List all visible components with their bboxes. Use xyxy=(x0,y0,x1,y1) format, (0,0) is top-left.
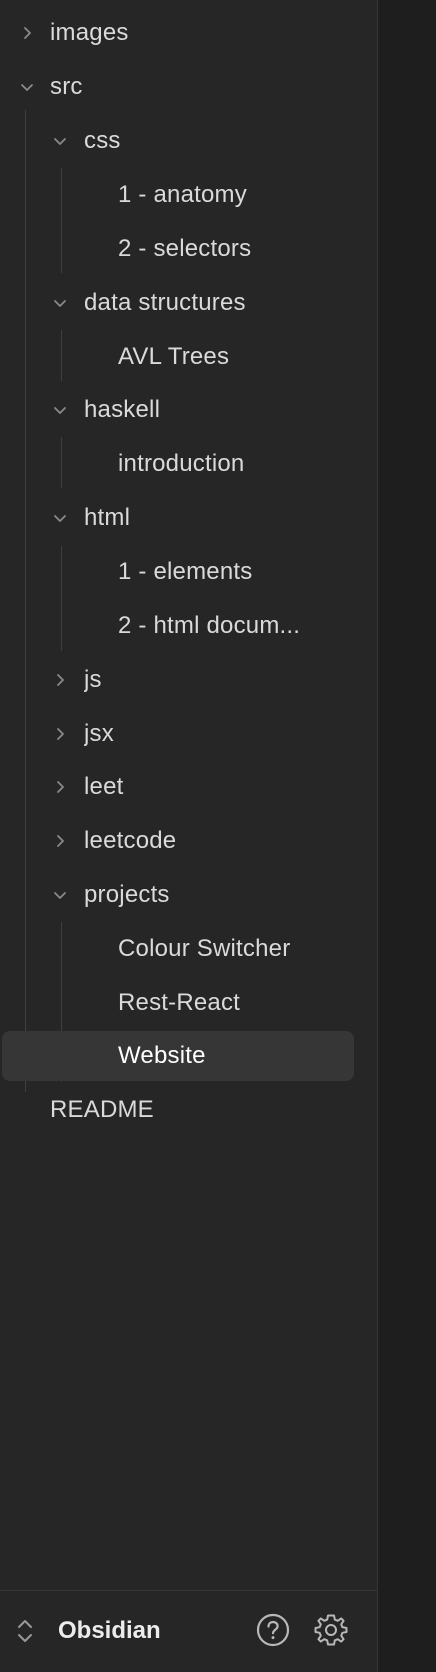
folder-images[interactable]: images xyxy=(0,8,377,58)
folder-label: projects xyxy=(84,881,170,908)
chevron-right-icon xyxy=(50,831,70,851)
file-label: AVL Trees xyxy=(118,343,230,370)
file-colour-switcher[interactable]: Colour Switcher xyxy=(0,924,377,974)
chevron-down-icon xyxy=(50,131,70,151)
folder-label: js xyxy=(84,666,102,693)
chevron-right-icon xyxy=(50,777,70,797)
chevron-down-icon xyxy=(50,400,70,420)
folder-data-structures[interactable]: data structures xyxy=(0,278,377,328)
file-label: Colour Switcher xyxy=(118,935,291,962)
file-label: Website xyxy=(118,1042,206,1069)
chevron-right-icon xyxy=(17,23,37,43)
file-label: Rest-React xyxy=(118,989,241,1016)
folder-label: images xyxy=(50,19,129,46)
help-icon[interactable] xyxy=(254,1611,292,1649)
file-introduction[interactable]: introduction xyxy=(0,439,377,489)
file-website[interactable]: Website xyxy=(0,1031,377,1081)
folder-label: html xyxy=(84,504,131,531)
file-2-selectors[interactable]: 2 - selectors xyxy=(0,224,377,274)
file-label: 2 - selectors xyxy=(118,235,252,262)
file-readme[interactable]: README xyxy=(0,1085,377,1135)
vault-footer: Obsidian xyxy=(0,1591,377,1672)
folder-label: css xyxy=(84,127,121,154)
folder-html[interactable]: html xyxy=(0,493,377,543)
folder-jsx[interactable]: jsx xyxy=(0,709,377,759)
editor-pane xyxy=(377,0,436,1672)
chevron-up-down-icon[interactable] xyxy=(14,1615,36,1647)
file-rest-react[interactable]: Rest-React xyxy=(0,978,377,1028)
file-2-html-document[interactable]: 2 - html docum... xyxy=(0,601,377,651)
file-label: 2 - html docum... xyxy=(118,612,301,639)
chevron-down-icon xyxy=(50,885,70,905)
vault-name[interactable]: Obsidian xyxy=(58,1612,161,1650)
file-avl-trees[interactable]: AVL Trees xyxy=(0,332,377,382)
file-label: README xyxy=(50,1096,154,1123)
folder-css[interactable]: css xyxy=(0,116,377,166)
folder-label: leetcode xyxy=(84,827,177,854)
chevron-down-icon xyxy=(50,293,70,313)
folder-leet[interactable]: leet xyxy=(0,762,377,812)
file-explorer-sidebar: images src css 1 - anatomy 2 - selectors xyxy=(0,0,377,1672)
folder-haskell[interactable]: haskell xyxy=(0,385,377,435)
file-label: 1 - elements xyxy=(118,558,253,585)
folder-label: src xyxy=(50,73,83,100)
file-label: introduction xyxy=(118,450,245,477)
file-1-elements[interactable]: 1 - elements xyxy=(0,547,377,597)
folder-label: leet xyxy=(84,773,124,800)
folder-label: data structures xyxy=(84,289,246,316)
gear-icon[interactable] xyxy=(312,1611,350,1649)
folder-label: jsx xyxy=(84,720,114,747)
chevron-right-icon xyxy=(50,670,70,690)
file-1-anatomy[interactable]: 1 - anatomy xyxy=(0,170,377,220)
file-label: 1 - anatomy xyxy=(118,181,247,208)
folder-projects[interactable]: projects xyxy=(0,870,377,920)
folder-src[interactable]: src xyxy=(0,62,377,112)
folder-leetcode[interactable]: leetcode xyxy=(0,816,377,866)
folder-js[interactable]: js xyxy=(0,655,377,705)
chevron-down-icon xyxy=(50,508,70,528)
folder-label: haskell xyxy=(84,396,161,423)
chevron-right-icon xyxy=(50,724,70,744)
chevron-down-icon xyxy=(17,77,37,97)
